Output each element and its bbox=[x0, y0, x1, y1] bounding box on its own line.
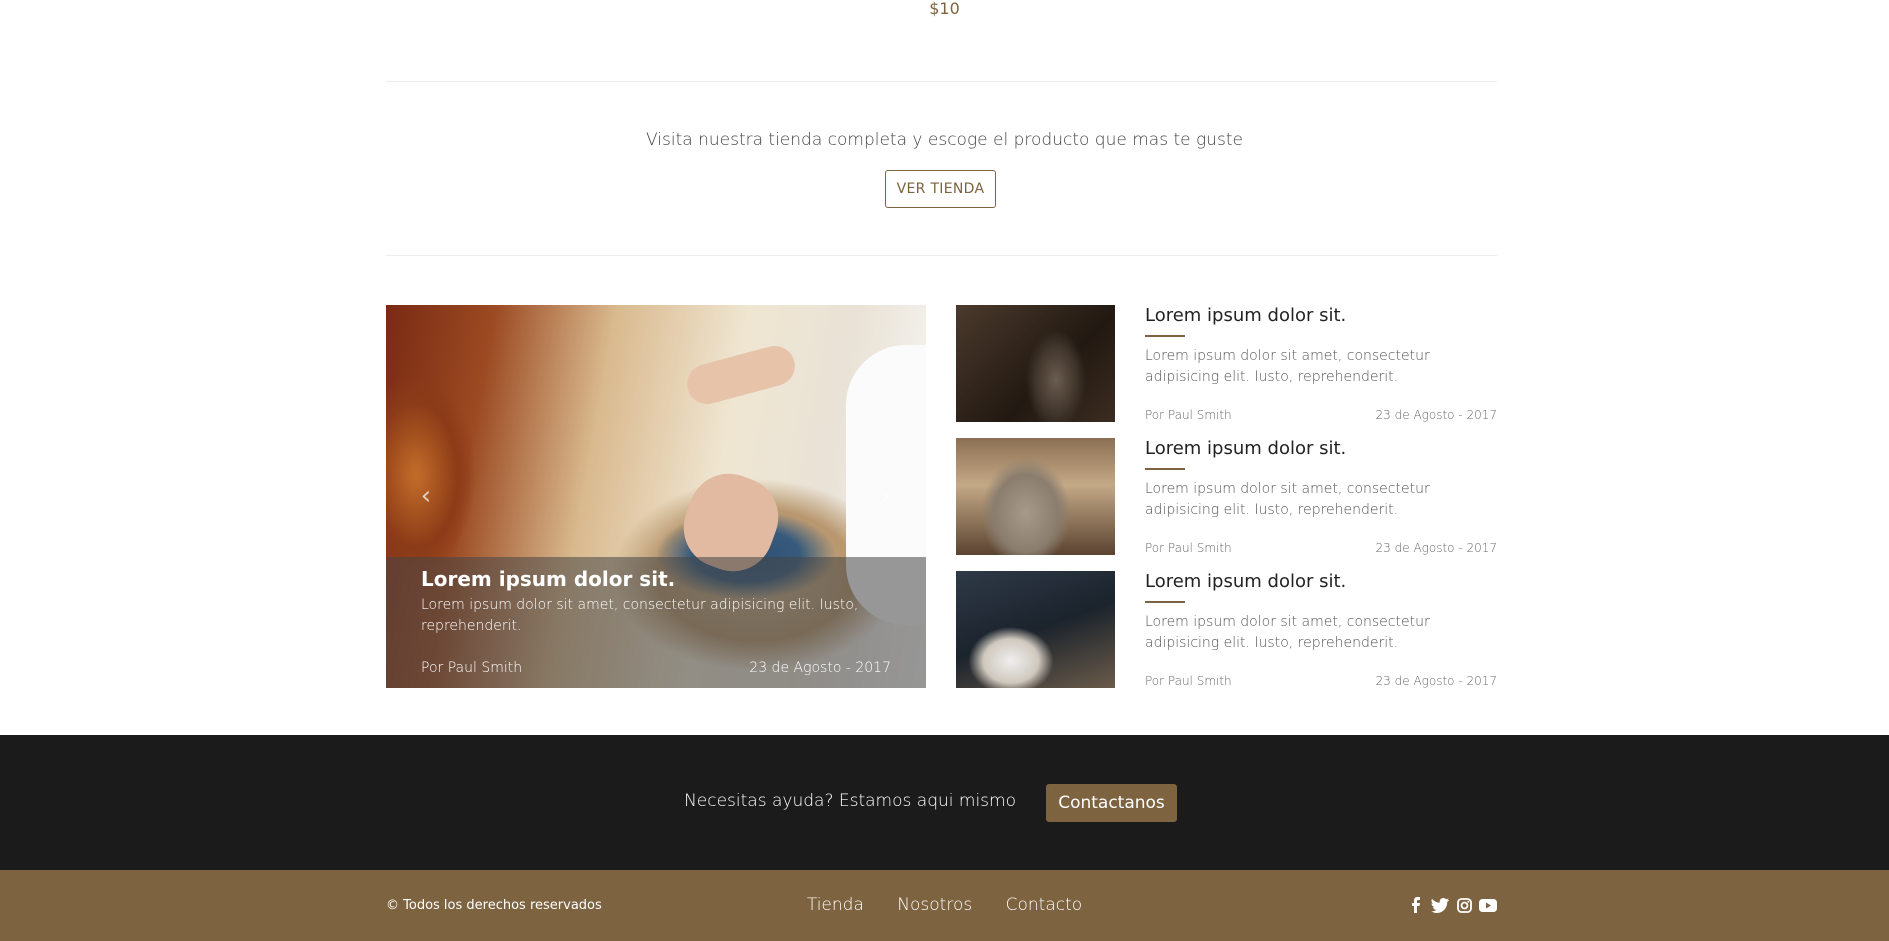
article-date: 23 de Agosto - 2017 bbox=[1375, 541, 1497, 555]
footer-link-tienda[interactable]: Tienda bbox=[807, 895, 864, 915]
article-author: Por Paul Smith bbox=[1145, 541, 1232, 555]
article-date: 23 de Agosto - 2017 bbox=[1375, 408, 1497, 422]
divider-bottom bbox=[386, 255, 1497, 256]
footer-link-nosotros[interactable]: Nosotros bbox=[897, 895, 972, 915]
carousel-caption: Lorem ipsum dolor sit. Lorem ipsum dolor… bbox=[386, 557, 926, 688]
article-card[interactable]: Lorem ipsum dolor sit. Lorem ipsum dolor… bbox=[956, 438, 1497, 555]
article-date: 23 de Agosto - 2017 bbox=[1375, 674, 1497, 688]
article-text: Lorem ipsum dolor sit amet, consectetur … bbox=[1145, 481, 1430, 518]
twitter-icon[interactable] bbox=[1431, 896, 1449, 914]
chevron-right-icon[interactable]: › bbox=[874, 482, 898, 510]
footer: © Todos los derechos reservados Tienda N… bbox=[0, 870, 1889, 941]
contact-button[interactable]: Contactanos bbox=[1046, 784, 1177, 822]
help-band: Necesitas ayuda? Estamos aqui mismo Cont… bbox=[0, 735, 1889, 870]
article-card[interactable]: Lorem ipsum dolor sit. Lorem ipsum dolor… bbox=[956, 571, 1497, 688]
article-thumbnail[interactable] bbox=[956, 438, 1115, 555]
carousel-author: Por Paul Smith bbox=[421, 660, 523, 676]
title-underline bbox=[1145, 601, 1185, 603]
article-title[interactable]: Lorem ipsum dolor sit. bbox=[1145, 438, 1497, 460]
instagram-icon[interactable] bbox=[1455, 896, 1473, 914]
social-links bbox=[1407, 896, 1497, 914]
article-body: Lorem ipsum dolor sit. Lorem ipsum dolor… bbox=[1145, 571, 1497, 688]
product-price: $10 bbox=[929, 0, 960, 18]
title-underline bbox=[1145, 335, 1185, 337]
article-body: Lorem ipsum dolor sit. Lorem ipsum dolor… bbox=[1145, 305, 1497, 422]
article-thumbnail[interactable] bbox=[956, 305, 1115, 422]
chevron-left-icon[interactable]: ‹ bbox=[414, 482, 438, 510]
article-text: Lorem ipsum dolor sit amet, consectetur … bbox=[1145, 614, 1430, 651]
article-title[interactable]: Lorem ipsum dolor sit. bbox=[1145, 305, 1497, 327]
shop-cta-text: Visita nuestra tienda completa y escoge … bbox=[646, 130, 1243, 150]
divider-top bbox=[386, 81, 1497, 82]
view-shop-button[interactable]: VER TIENDA bbox=[885, 170, 996, 208]
article-meta: Por Paul Smith 23 de Agosto - 2017 bbox=[1145, 541, 1497, 555]
article-body: Lorem ipsum dolor sit. Lorem ipsum dolor… bbox=[1145, 438, 1497, 555]
carousel-text: Lorem ipsum dolor sit amet, consectetur … bbox=[421, 597, 859, 634]
article-card[interactable]: Lorem ipsum dolor sit. Lorem ipsum dolor… bbox=[956, 305, 1497, 422]
article-author: Por Paul Smith bbox=[1145, 408, 1232, 422]
featured-carousel[interactable]: ‹ › Lorem ipsum dolor sit. Lorem ipsum d… bbox=[386, 305, 926, 688]
help-text: Necesitas ayuda? Estamos aqui mismo bbox=[684, 791, 1016, 811]
footer-nav: Tienda Nosotros Contacto bbox=[0, 895, 1889, 915]
title-underline bbox=[1145, 468, 1185, 470]
footer-link-contacto[interactable]: Contacto bbox=[1006, 895, 1083, 915]
article-meta: Por Paul Smith 23 de Agosto - 2017 bbox=[1145, 674, 1497, 688]
article-text: Lorem ipsum dolor sit amet, consectetur … bbox=[1145, 348, 1430, 385]
carousel-date: 23 de Agosto - 2017 bbox=[749, 660, 891, 676]
facebook-icon[interactable] bbox=[1407, 896, 1425, 914]
article-title[interactable]: Lorem ipsum dolor sit. bbox=[1145, 571, 1497, 593]
article-meta: Por Paul Smith 23 de Agosto - 2017 bbox=[1145, 408, 1497, 422]
carousel-title: Lorem ipsum dolor sit. bbox=[421, 567, 676, 591]
article-thumbnail[interactable] bbox=[956, 571, 1115, 688]
carousel-meta: Por Paul Smith 23 de Agosto - 2017 bbox=[421, 660, 891, 676]
youtube-icon[interactable] bbox=[1479, 896, 1497, 914]
article-author: Por Paul Smith bbox=[1145, 674, 1232, 688]
